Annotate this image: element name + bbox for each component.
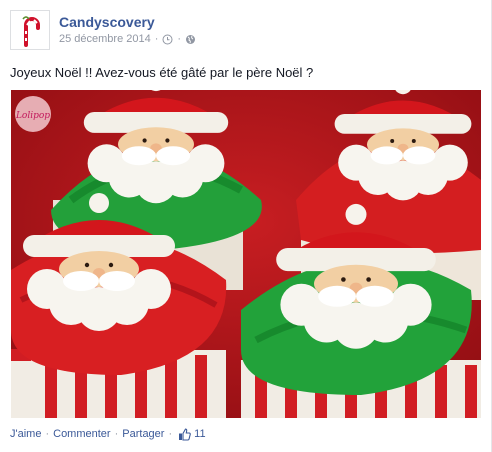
separator-dot: · (168, 428, 173, 440)
separator-dot: · (114, 428, 119, 440)
thumbs-up-icon (179, 428, 191, 441)
watermark-logo: Lolipop (15, 111, 50, 121)
separator-dot: · (45, 428, 50, 440)
post-meta: Candyscovery 25 décembre 2014 · · (59, 14, 196, 46)
clock-icon[interactable] (162, 34, 173, 45)
post-actions: J'aime · Commenter · Partager · 11 (10, 428, 206, 441)
cupcakes-photo: Lolipop (11, 90, 481, 418)
like-count-value: 11 (194, 428, 206, 440)
like-link[interactable]: J'aime (10, 428, 41, 441)
facebook-post: Candyscovery 25 décembre 2014 · · Joyeux… (0, 0, 492, 452)
globe-icon[interactable] (185, 34, 196, 45)
comment-link[interactable]: Commenter (53, 428, 110, 441)
post-header: Candyscovery 25 décembre 2014 · · (10, 10, 196, 52)
page-avatar[interactable] (10, 10, 50, 50)
share-link[interactable]: Partager (122, 428, 164, 441)
candy-cane-logo-icon (22, 16, 40, 47)
like-count[interactable]: 11 (178, 428, 206, 441)
post-message: Joyeux Noël !! Avez-vous été gâté par le… (10, 65, 314, 80)
post-subline: 25 décembre 2014 · · (59, 33, 196, 46)
page-name-link[interactable]: Candyscovery (59, 14, 196, 30)
separator-dot: · (154, 33, 159, 45)
separator-dot: · (177, 33, 182, 45)
post-photo[interactable]: Lolipop (11, 90, 481, 418)
post-date[interactable]: 25 décembre 2014 (59, 33, 151, 46)
